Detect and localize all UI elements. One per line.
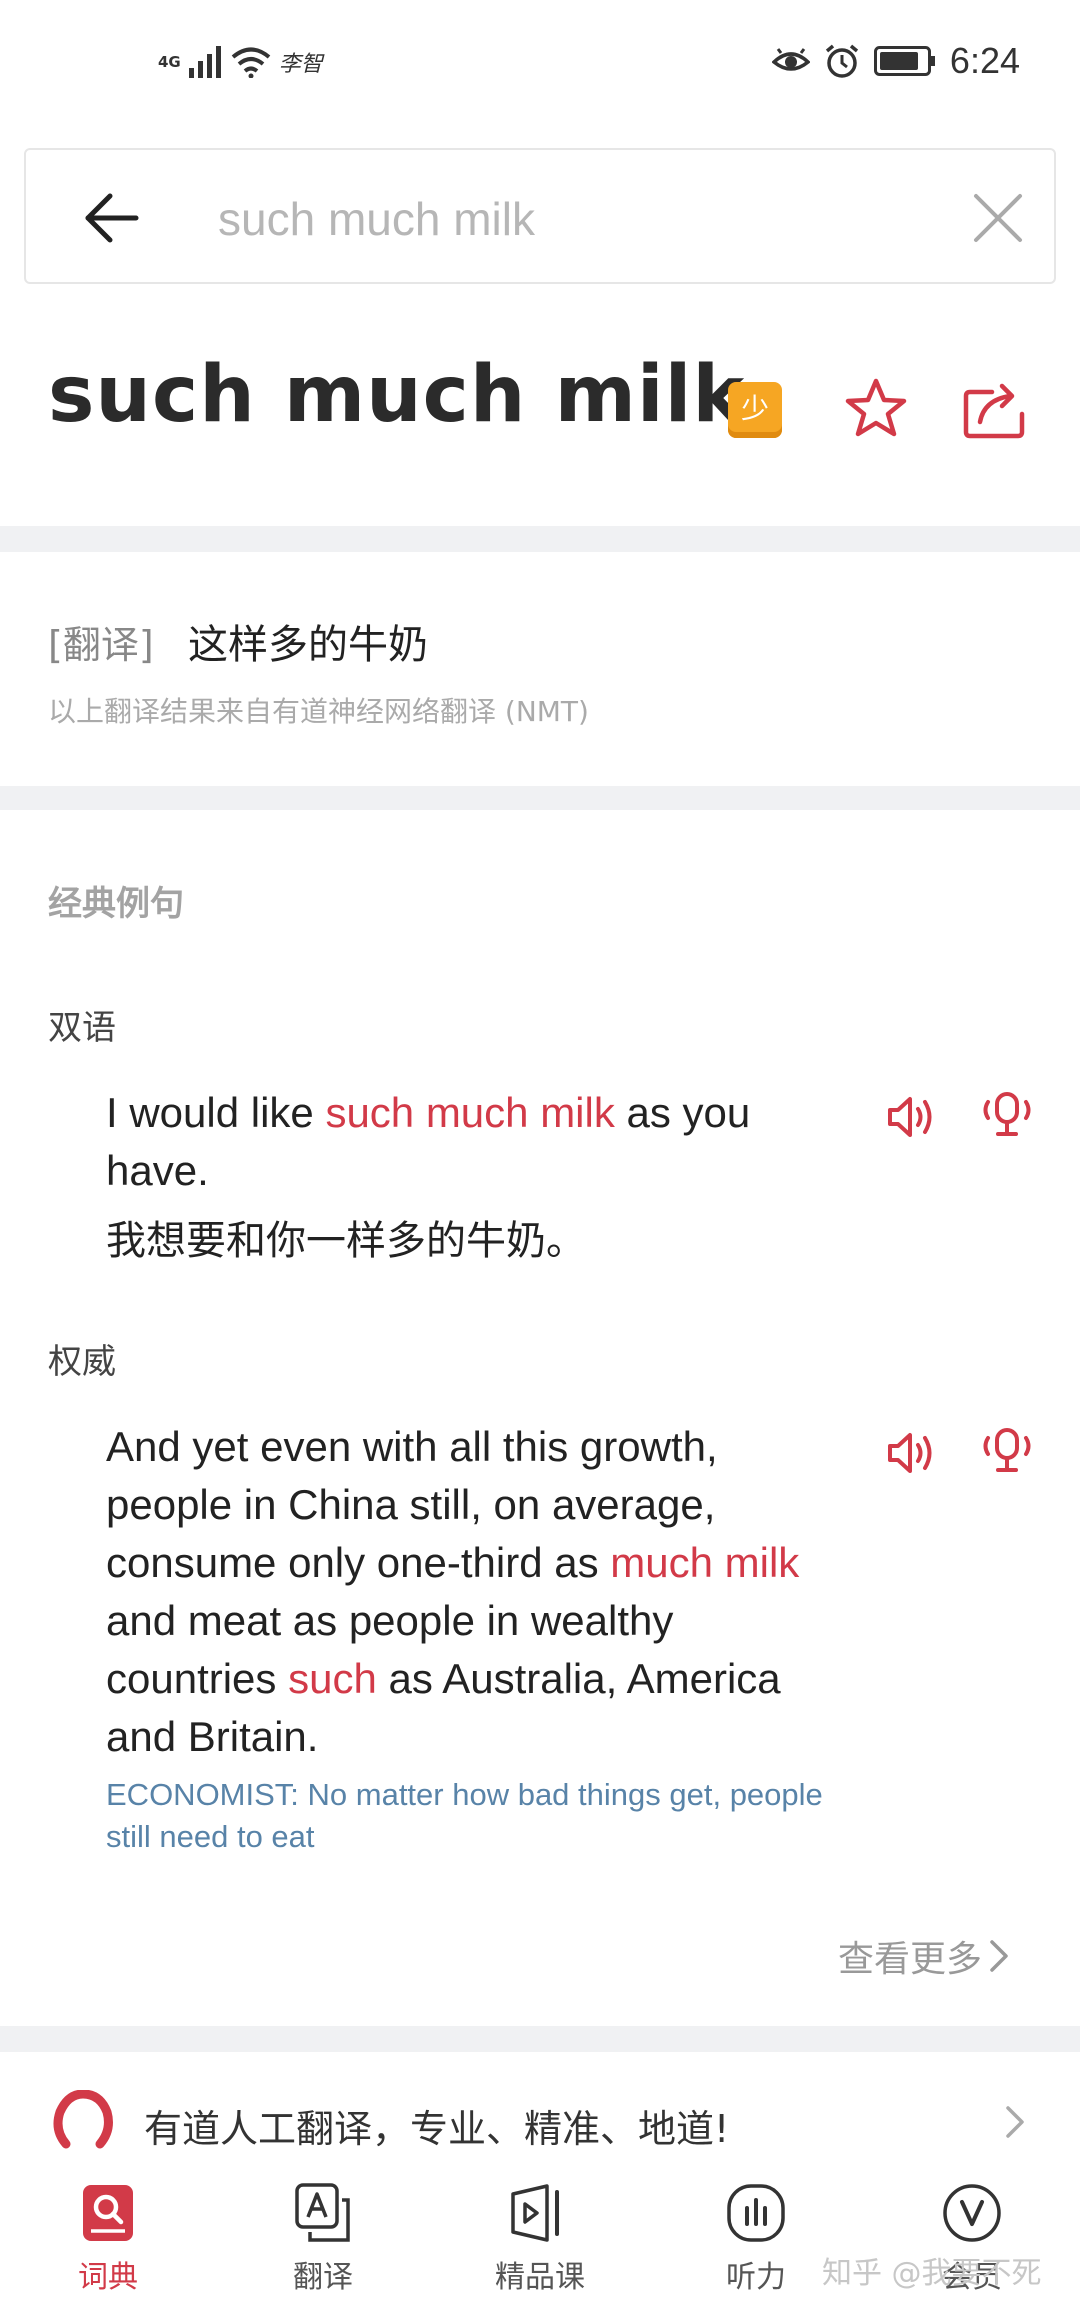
highlight-phrase: much milk [610,1539,800,1586]
frequency-badge-icon[interactable]: 少 [728,382,782,438]
nav-item-courses[interactable]: 精品课 [470,2182,610,2302]
dictionary-icon [83,2185,133,2241]
nav-label: 听力 [726,2260,786,2295]
speaker-icon[interactable] [884,1426,938,1480]
watermark: 知乎 @我要不死 [822,2256,1042,2291]
status-bar: 4G 李智 6:24 [0,0,1080,120]
authority-sentence-en: And yet even with all this growth, peopl… [106,1423,800,1760]
clock: 6:24 [949,40,1020,81]
alarm-icon [825,44,859,78]
share-icon[interactable] [962,378,1026,440]
section-divider [0,786,1080,810]
course-icon [511,2184,559,2242]
battery-icon [873,46,935,76]
nav-label: 词典 [78,2260,138,2295]
headword-title: such much milk [48,350,746,440]
view-more-link[interactable]: 查看更多 [838,1930,1010,1982]
listening-icon [727,2184,785,2242]
chevron-right-icon [990,1940,1008,1972]
translation-source-note: 以上翻译结果来自有道神经网络翻译 (NMT) [48,695,589,728]
back-arrow-icon[interactable] [82,188,142,248]
example-sentence-cn: 我想要和你一样多的牛奶。 [106,1218,586,1264]
chevron-right-icon [1006,2106,1024,2138]
example-source-link[interactable]: ECONOMIST: No matter how bad things get,… [106,1774,826,1858]
microphone-practice-icon[interactable] [980,1088,1034,1142]
nav-item-listening[interactable]: 听力 [686,2182,826,2302]
examples-section-title: 经典例句 [48,884,184,924]
highlight-phrase: such [288,1655,377,1702]
search-bar [24,148,1056,284]
microphone-practice-icon[interactable] [980,1424,1034,1478]
section-divider [0,526,1080,552]
wifi-icon [231,47,271,78]
section-divider [0,2026,1080,2052]
translation-text: 这样多的牛奶 [188,622,428,668]
view-more-label: 查看更多 [838,1939,983,1980]
authority-label: 权威 [48,1342,116,1382]
translate-icon [295,2183,350,2242]
favorite-star-icon[interactable] [844,376,908,440]
signal-icon [188,46,221,78]
nav-label: 翻译 [293,2260,353,2295]
example-sentence-en: I would like such much milk as you have. [106,1089,751,1194]
vip-icon [943,2184,1001,2242]
promo-text: 有道人工翻译，专业、精准、地道! [144,2107,730,2151]
clear-icon[interactable] [970,190,1026,246]
nav-item-dictionary[interactable]: 词典 [38,2182,178,2302]
nav-label: 精品课 [495,2260,585,2295]
highlight-phrase: such much milk [325,1089,615,1136]
eye-comfort-icon [771,48,810,71]
network-type: 4G [158,53,181,71]
translation-tag: [翻译] [48,623,154,667]
speaker-icon[interactable] [884,1090,938,1144]
bilingual-label: 双语 [48,1008,116,1048]
youdao-logo-icon [53,2090,113,2149]
search-input[interactable] [216,180,920,258]
nav-item-translate[interactable]: 翻译 [253,2182,393,2302]
carrier-mark: 李智 [278,52,323,77]
